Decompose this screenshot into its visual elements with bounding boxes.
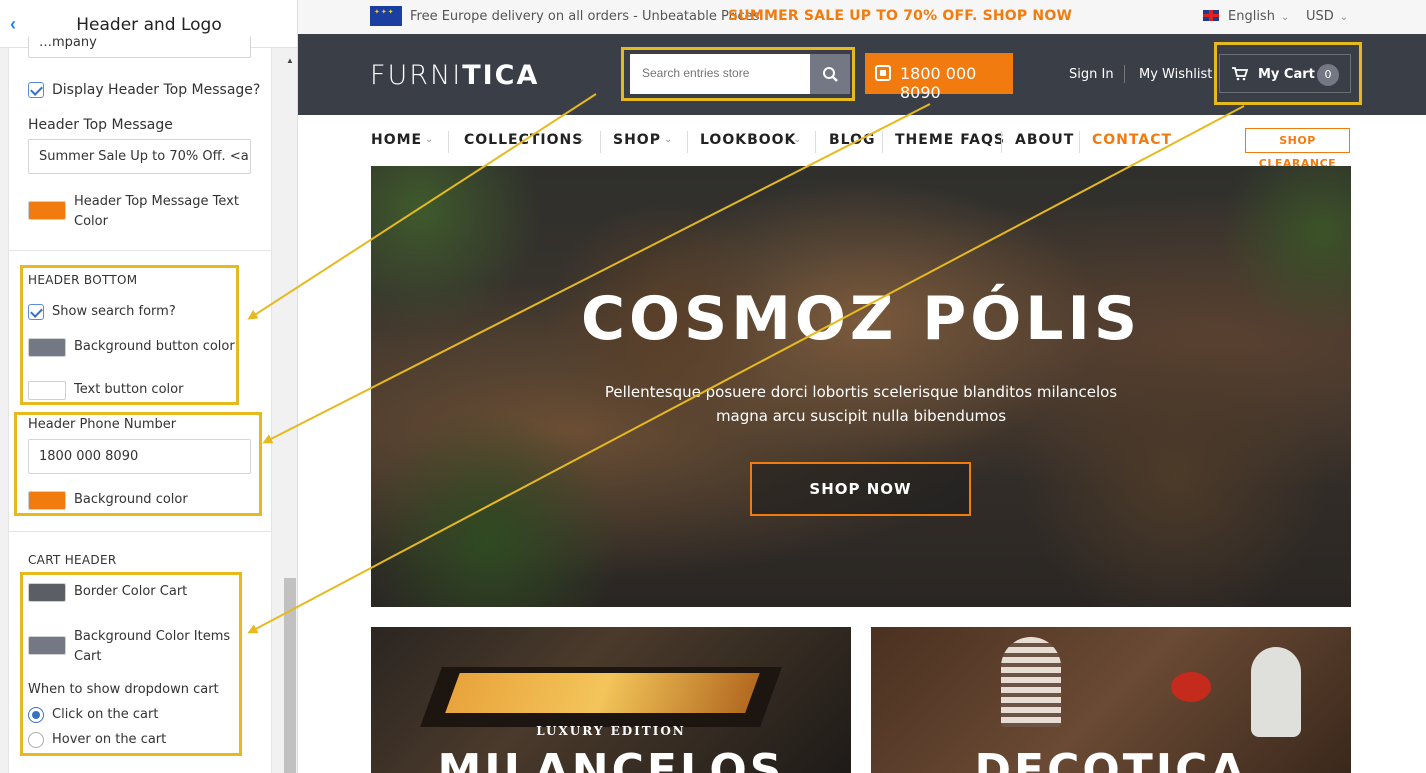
- nav-about[interactable]: ABOUT: [1015, 132, 1074, 148]
- shop-clearance-button[interactable]: SHOP CLEARANCE: [1245, 128, 1350, 170]
- chevron-down-icon: ⌄: [577, 134, 586, 145]
- nav-separator: [687, 131, 688, 153]
- cart-label: My Cart: [1258, 67, 1315, 82]
- cart-button[interactable]: My Cart 0: [1219, 54, 1351, 93]
- text-button-color-label: Text button color: [74, 382, 184, 397]
- dropdown-cart-label: When to show dropdown cart: [28, 682, 219, 697]
- phone-number: 1800 000 8090: [900, 64, 977, 102]
- top-message-label: Header Top Message: [28, 117, 173, 133]
- hero-banner: COSMOZ PÓLIS Pellentesque posuere dorci …: [371, 166, 1351, 607]
- bg-button-color-label: Background button color: [74, 339, 235, 354]
- hero-subtitle: Pellentesque posuere dorci lobortis scel…: [591, 380, 1131, 428]
- nav-separator: [815, 131, 816, 153]
- language-value: English: [1228, 9, 1275, 24]
- search-input[interactable]: [642, 66, 802, 80]
- radio-click-on-cart[interactable]: [28, 707, 44, 723]
- cart-icon: [1232, 67, 1248, 81]
- promo-banner-left[interactable]: LUXURY EDITION MILANCELOS: [371, 627, 851, 773]
- uk-flag-icon: [1203, 10, 1219, 21]
- hero-title: COSMOZ PÓLIS: [580, 284, 1142, 354]
- section-divider: [9, 250, 271, 251]
- nav-lookbook[interactable]: LOOKBOOK: [700, 132, 796, 148]
- cart-count-badge: 0: [1317, 64, 1339, 86]
- topbar-message: Free Europe delivery on all orders - Unb…: [410, 9, 760, 24]
- text-button-color-swatch[interactable]: [28, 381, 66, 400]
- nav-collections[interactable]: COLLECTIONS: [464, 132, 583, 148]
- section-divider: [9, 531, 271, 532]
- logo-light: FURNI: [370, 60, 463, 91]
- site-logo[interactable]: FURNITICA: [370, 60, 539, 91]
- show-search-label: Show search form?: [52, 304, 176, 319]
- phone-bg-color-swatch[interactable]: [28, 491, 66, 510]
- nav-separator: [1079, 131, 1080, 153]
- nav-shop[interactable]: SHOP: [613, 132, 661, 148]
- chevron-down-icon: ⌄: [1280, 12, 1290, 23]
- phone-icon: [875, 65, 891, 81]
- chevron-down-icon: ⌄: [425, 134, 434, 145]
- panel-title: Header and Logo: [76, 15, 222, 35]
- show-search-checkbox[interactable]: [28, 304, 44, 320]
- phone-bg-color-label: Background color: [74, 492, 188, 507]
- shop-now-button[interactable]: SHOP NOW: [750, 462, 971, 516]
- table-image: [420, 667, 782, 727]
- phone-number-input[interactable]: 1800 000 8090: [28, 439, 251, 474]
- nav-separator: [448, 131, 449, 153]
- radio-click-label: Click on the cart: [52, 707, 159, 722]
- search-icon: [823, 67, 838, 82]
- topbar-sale-link[interactable]: SUMMER SALE UP TO 70% OFF. SHOP NOW: [728, 8, 1072, 24]
- nav-home[interactable]: HOME: [371, 132, 422, 148]
- promo-kicker: LUXURY EDITION: [536, 724, 686, 738]
- logo-bold: TICA: [462, 60, 540, 91]
- nav-contact[interactable]: CONTACT: [1092, 132, 1172, 148]
- language-selector[interactable]: English ⌄: [1228, 9, 1289, 24]
- promo-title: MILANCELOS: [437, 745, 785, 773]
- cart-border-color-label: Border Color Cart: [74, 584, 188, 599]
- site-preview: Free Europe delivery on all orders - Unb…: [298, 0, 1426, 773]
- chevron-down-icon: ⌄: [793, 134, 802, 145]
- display-top-message-checkbox[interactable]: [28, 82, 44, 98]
- cart-items-color-label: Background Color Items Cart: [74, 629, 231, 664]
- scrollbar-thumb[interactable]: [284, 578, 296, 773]
- radio-hover-label: Hover on the cart: [52, 732, 167, 747]
- phone-number-label: Header Phone Number: [28, 417, 177, 432]
- nav-theme-faqs[interactable]: THEME FAQS: [895, 132, 1005, 148]
- eu-flag-icon: [370, 6, 402, 26]
- hero-subtitle-line2: magna arcu suscipit nulla bibendumos: [715, 407, 1007, 425]
- search-button[interactable]: [810, 54, 850, 94]
- top-message-color-label: Header Top Message Text Color: [74, 194, 239, 229]
- chevron-down-icon: ⌄: [664, 134, 673, 145]
- cart-header-title: CART HEADER: [28, 553, 117, 567]
- partial-text-field[interactable]: …mpany: [28, 36, 251, 58]
- phone-button[interactable]: 1800 000 8090: [865, 53, 1013, 102]
- nav-separator: [1001, 131, 1002, 153]
- hero-subtitle-line1: Pellentesque posuere dorci lobortis scel…: [604, 383, 1118, 401]
- display-top-message-label: Display Header Top Message?: [52, 82, 261, 98]
- white-vase-image: [1251, 647, 1301, 737]
- customizer-panel: ‹ Header and Logo …mpany Display Header …: [0, 0, 298, 773]
- vase-image: [1001, 637, 1061, 727]
- nav-separator: [882, 131, 883, 153]
- cart-border-color-swatch[interactable]: [28, 583, 66, 602]
- top-message-input[interactable]: Summer Sale Up to 70% Off. <a: [28, 139, 251, 174]
- sign-in-link[interactable]: Sign In: [1069, 67, 1114, 82]
- scroll-up-icon[interactable]: ▲: [286, 56, 294, 65]
- header-separator: [1124, 65, 1125, 83]
- top-message-color-swatch[interactable]: [28, 201, 66, 220]
- top-bar: Free Europe delivery on all orders - Unb…: [298, 0, 1426, 34]
- currency-selector[interactable]: USD ⌄: [1306, 9, 1348, 24]
- header-bottom-title: HEADER BOTTOM: [28, 273, 138, 287]
- promo-banner-right[interactable]: DECOTICA: [871, 627, 1351, 773]
- cart-items-color-swatch[interactable]: [28, 636, 66, 655]
- promo-title: DECOTICA: [974, 745, 1248, 773]
- main-header: FURNITICA 1800 000 8090 Sign In My Wishl…: [298, 34, 1426, 115]
- currency-value: USD: [1306, 9, 1334, 24]
- wishlist-link[interactable]: My Wishlist: [1139, 67, 1212, 82]
- nav-blog[interactable]: BLOG: [829, 132, 876, 148]
- chevron-down-icon: ⌄: [1339, 12, 1349, 23]
- bg-button-color-swatch[interactable]: [28, 338, 66, 357]
- fruit-bowl-image: [1171, 672, 1211, 702]
- main-nav: HOME ⌄ COLLECTIONS ⌄ SHOP ⌄ LOOKBOOK ⌄ B…: [298, 115, 1426, 170]
- radio-hover-on-cart[interactable]: [28, 732, 44, 748]
- nav-separator: [600, 131, 601, 153]
